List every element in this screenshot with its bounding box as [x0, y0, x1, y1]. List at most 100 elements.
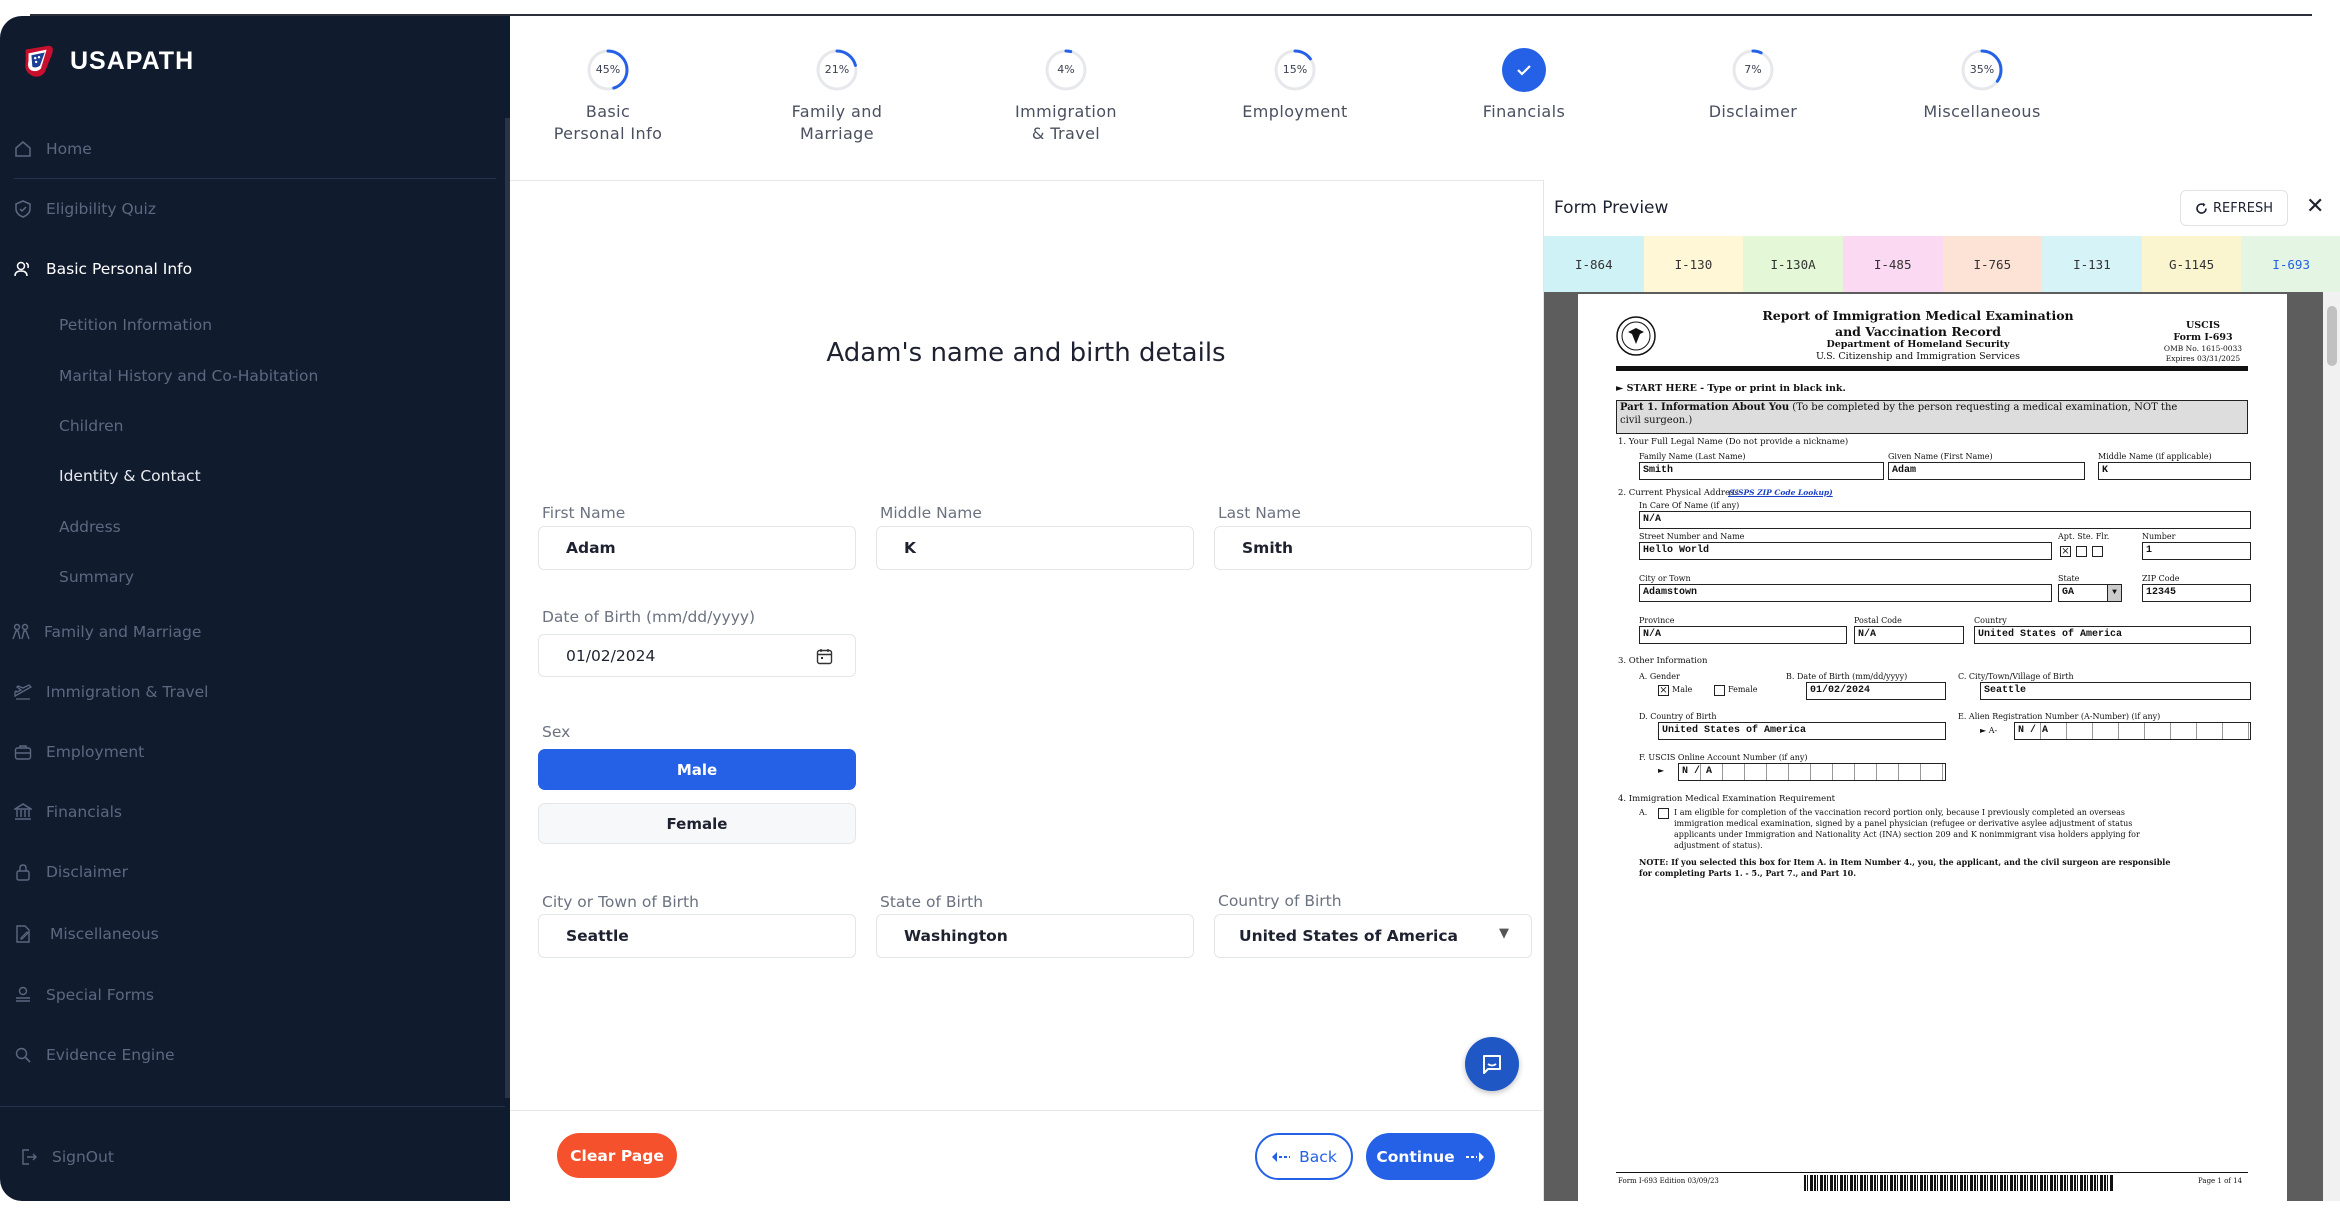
- doc-footer-left: Form I-693 Edition 03/09/23: [1618, 1177, 1719, 1185]
- back-label: Back: [1299, 1147, 1337, 1166]
- step-label: Immigration & Travel: [986, 101, 1146, 145]
- doc-uscis: USCIS: [2185, 320, 2220, 331]
- dob-field[interactable]: 01/02/2024: [538, 634, 856, 677]
- doc-dob-label: B. Date of Birth (mm/dd/yyyy): [1786, 672, 1908, 681]
- last-name-label: Last Name: [1218, 504, 1301, 522]
- middle-name-field[interactable]: K: [876, 526, 1194, 570]
- step-3[interactable]: 15% Employment: [1215, 48, 1375, 123]
- first-name-field[interactable]: Adam: [538, 526, 856, 570]
- sidebar-subitem-marital-history[interactable]: Marital History and Co-Habitation: [59, 367, 318, 385]
- user-stack-icon: [14, 986, 32, 1004]
- refresh-button[interactable]: REFRESH: [2180, 190, 2288, 226]
- dob-label: Date of Birth (mm/dd/yyyy): [542, 608, 756, 626]
- last-name-field[interactable]: Smith: [1214, 526, 1532, 570]
- tab-i-131[interactable]: I-131: [2042, 236, 2142, 292]
- back-button[interactable]: Back: [1255, 1133, 1353, 1180]
- doc-male-checkbox: ×: [1658, 685, 1669, 696]
- sidebar-item-special-forms[interactable]: Special Forms: [14, 986, 154, 1004]
- pdf-scrollbar[interactable]: [2323, 292, 2340, 1201]
- state-of-birth-field[interactable]: Washington: [876, 914, 1194, 958]
- sidebar-item-family-and-marriage[interactable]: Family and Marriage: [12, 623, 201, 641]
- tab-i-864[interactable]: I-864: [1544, 236, 1644, 292]
- doc-province-box: N/A: [1639, 626, 1847, 644]
- chat-launcher-button[interactable]: [1465, 1037, 1519, 1091]
- sidebar-item-home[interactable]: Home: [14, 140, 92, 158]
- shield-icon: [14, 200, 32, 218]
- step-percent: 7%: [1744, 63, 1762, 76]
- doc-street-label: Street Number and Name: [1639, 532, 1745, 541]
- sidebar-item-financials[interactable]: Financials: [14, 803, 122, 821]
- doc-q4a-checkbox: [1658, 808, 1669, 819]
- step-0[interactable]: 45% Basic Personal Info: [528, 48, 688, 145]
- tab-i-485[interactable]: I-485: [1842, 236, 1943, 292]
- sidebar-item-evidence-engine[interactable]: Evidence Engine: [14, 1046, 175, 1064]
- sidebar-item-label: Eligibility Quiz: [46, 200, 156, 218]
- doc-given-name-label: Given Name (First Name): [1888, 452, 1993, 461]
- sidebar-item-label: Employment: [46, 743, 145, 761]
- sidebar-item-miscellaneous[interactable]: Miscellaneous: [14, 925, 159, 943]
- step-label-line2: Marriage: [800, 124, 874, 143]
- sidebar-item-disclaimer[interactable]: Disclaimer: [14, 863, 128, 881]
- sidebar-subitem-children[interactable]: Children: [59, 417, 124, 435]
- last-name-value: Smith: [1242, 539, 1294, 557]
- signout-icon: [20, 1148, 38, 1166]
- doc-anumber-label: E. Alien Registration Number (A-Number) …: [1958, 712, 2161, 721]
- doc-note-line1: NOTE: If you selected this box for Item …: [1639, 857, 2171, 867]
- tab-i-130[interactable]: I-130: [1643, 236, 1744, 292]
- tab-i-130a[interactable]: I-130A: [1743, 236, 1843, 292]
- country-of-birth-select[interactable]: United States of America ▼: [1214, 914, 1532, 958]
- sidebar: USAPATH Home Eligibility Quiz Basic Pers…: [0, 16, 510, 1201]
- close-icon[interactable]: ✕: [2306, 196, 2324, 218]
- middle-name-label: Middle Name: [880, 504, 982, 522]
- sex-male-button[interactable]: Male: [538, 749, 856, 790]
- users-icon: [14, 260, 32, 278]
- doc-omb: OMB No. 1615-0033: [2163, 344, 2243, 353]
- sidebar-item-immigration-travel[interactable]: Immigration & Travel: [14, 683, 209, 701]
- doc-number-label: Number: [2142, 532, 2176, 541]
- pdf-viewer[interactable]: Report of Immigration Medical Examinatio…: [1544, 292, 2340, 1201]
- continue-button[interactable]: Continue: [1366, 1133, 1495, 1180]
- sex-female-button[interactable]: Female: [538, 803, 856, 844]
- sidebar-subitem-summary[interactable]: Summary: [59, 568, 134, 586]
- doc-q4a-line3: applicants under Immigration and Nationa…: [1674, 830, 2140, 839]
- doc-footer-rule: [1616, 1172, 2248, 1173]
- doc-care-label: In Care Of Name (if any): [1639, 501, 1740, 510]
- doc-postal-box: N/A: [1854, 626, 1964, 644]
- sidebar-item-label: Disclaimer: [46, 863, 128, 881]
- clear-page-button[interactable]: Clear Page: [557, 1133, 677, 1178]
- step-label-line2: Personal Info: [553, 124, 663, 143]
- tab-g-1145[interactable]: G-1145: [2141, 236, 2242, 292]
- tab-i-693[interactable]: I-693: [2241, 236, 2340, 292]
- doc-form-number: Form I-693: [2173, 332, 2233, 343]
- step-2[interactable]: 4% Immigration & Travel: [986, 48, 1146, 145]
- step-label-line1: Disclaimer: [1708, 102, 1798, 121]
- city-of-birth-field[interactable]: Seattle: [538, 914, 856, 958]
- brand-logo[interactable]: USAPATH: [20, 42, 194, 80]
- country-of-birth-value: United States of America: [1239, 927, 1458, 945]
- step-1[interactable]: 21% Family and Marriage: [757, 48, 917, 145]
- sidebar-item-label: Special Forms: [46, 986, 154, 1004]
- step-5[interactable]: 7% Disclaimer: [1673, 48, 1833, 123]
- sidebar-item-basic-personal-info[interactable]: Basic Personal Info: [14, 260, 192, 278]
- sidebar-subitem-identity-contact[interactable]: Identity & Contact: [59, 467, 201, 485]
- pdf-scrollbar-thumb[interactable]: [2327, 306, 2337, 366]
- first-name-value: Adam: [566, 539, 616, 557]
- continue-label: Continue: [1376, 1147, 1455, 1166]
- sidebar-item-employment[interactable]: Employment: [14, 743, 144, 761]
- sidebar-item-eligibility-quiz[interactable]: Eligibility Quiz: [14, 200, 156, 218]
- arrow-right-icon: [1465, 1151, 1484, 1162]
- sidebar-subitem-petition-information[interactable]: Petition Information: [59, 316, 212, 334]
- sidebar-scrollbar[interactable]: [505, 118, 510, 1098]
- doc-footer-right: Page 1 of 14: [2198, 1177, 2243, 1185]
- step-6[interactable]: 35% Miscellaneous: [1902, 48, 2062, 123]
- doc-part1-line2: civil surgeon.): [1620, 415, 1693, 426]
- signout-button[interactable]: SignOut: [20, 1148, 114, 1166]
- bank-icon: [14, 803, 32, 821]
- tab-i-765[interactable]: I-765: [1942, 236, 2043, 292]
- usps-lookup-link[interactable]: (USPS ZIP Code Lookup): [1728, 488, 1833, 497]
- sidebar-subitem-address[interactable]: Address: [59, 518, 121, 536]
- doc-female-checkbox: [1714, 685, 1725, 696]
- calendar-icon[interactable]: [816, 648, 833, 669]
- step-4[interactable]: Financials: [1444, 48, 1604, 123]
- doc-title-line2: and Vaccination Record: [1834, 324, 2001, 339]
